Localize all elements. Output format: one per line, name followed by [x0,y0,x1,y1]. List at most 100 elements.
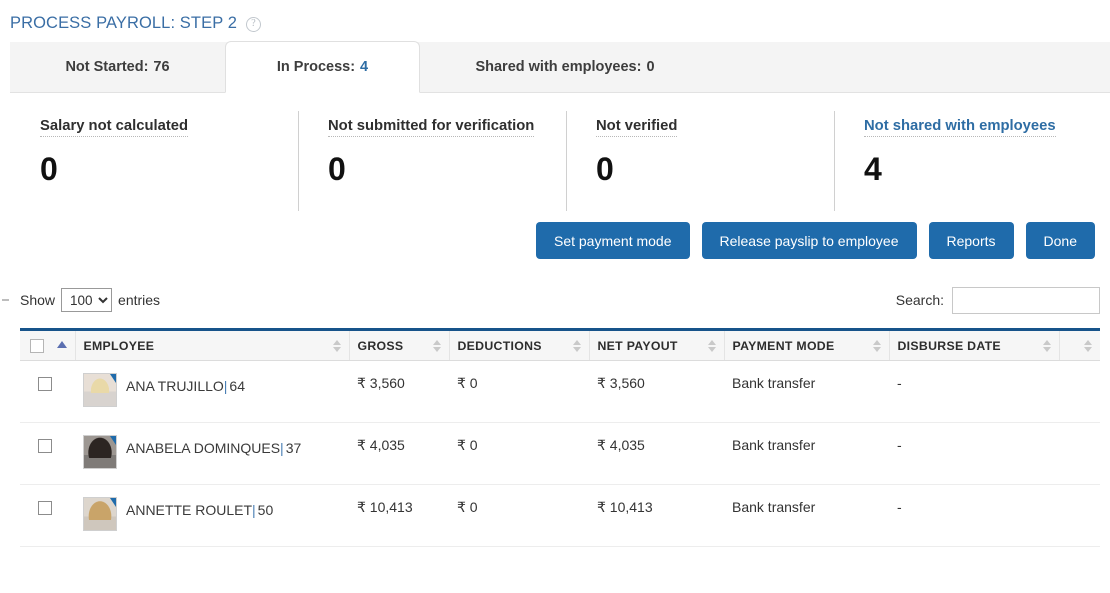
stat-not-shared-label[interactable]: Not shared with employees [864,118,1056,137]
status-badge-icon [110,374,116,383]
header-employee[interactable]: EMPLOYEE [75,329,350,361]
employee-name-label: ANABELA DOMINQUES| 37 [126,437,301,456]
gross-cell: ₹ 10,413 [349,484,449,547]
sort-arrows-icon [572,339,582,353]
stat-not-submitted-label[interactable]: Not submitted for verification [328,118,535,137]
stat-not-verified-value: 0 [596,151,614,187]
tab-in-process-label: In Process: [276,59,356,75]
row-checkbox[interactable] [38,439,52,453]
action-button-bar: Set payment mode Release payslip to empl… [0,222,1095,259]
net-payout-cell: ₹ 4,035 [589,422,724,485]
tab-in-process-count: 4 [360,59,369,75]
search-input[interactable] [952,286,1100,314]
tab-not-started[interactable]: Not Started: 76 [10,41,225,92]
sort-arrows-icon [432,339,442,353]
net-payout-cell: ₹ 10,413 [589,484,724,547]
page-title: PROCESS PAYROLL: STEP 2 [10,13,237,32]
row-select-cell[interactable] [20,484,75,547]
disburse-date-cell: - [889,484,1059,547]
payment-mode-cell: Bank transfer [724,484,889,547]
employee-name: ANNETTE ROULET [126,502,253,518]
table-search: Search: [895,286,1100,314]
set-payment-mode-button[interactable]: Set payment mode [535,222,690,259]
deductions-cell: ₹ 0 [449,484,589,547]
avatar [83,373,117,407]
row-select-cell[interactable] [20,360,75,423]
row-select-cell[interactable] [20,422,75,485]
sort-arrows-icon [1084,339,1093,353]
payment-mode-cell: Bank transfer [724,360,889,423]
done-button[interactable]: Done [1025,222,1095,259]
select-all-header[interactable] [20,329,76,361]
payment-mode-cell: Bank transfer [724,422,889,485]
employee-name-label: ANNETTE ROULET| 50 [126,499,273,518]
employee-payroll-table-container: Show 100 entries Search: EMPLOYEE GROSS … [2,283,1100,547]
stat-not-submitted-for-verification: Not submitted for verification 0 [298,109,566,214]
help-circle-icon[interactable]: ? [245,16,261,32]
stat-salary-not-calculated-value: 0 [40,151,58,187]
header-deductions[interactable]: DEDUCTIONS [449,329,590,361]
row-checkbox[interactable] [38,501,52,515]
show-label: Show [20,292,56,308]
header-net-payout-label: NET PAYOUT [597,338,678,353]
header-payment-mode[interactable]: PAYMENT MODE [724,329,890,361]
select-all-checkbox[interactable] [30,338,44,353]
tab-not-started-label: Not Started: [65,58,149,75]
extra-cell [1059,484,1100,547]
disburse-date-cell: - [889,422,1059,485]
search-label: Search: [895,292,944,308]
tab-not-started-count: 76 [153,58,170,75]
disburse-date-cell: - [889,360,1059,423]
table-row[interactable]: ANABELA DOMINQUES| 37 ₹ 4,035 ₹ 0 ₹ 4,035… [20,422,1100,485]
header-gross-label: GROSS [357,338,404,353]
page-header: PROCESS PAYROLL: STEP 2 ? [0,0,1110,40]
header-disburse-date[interactable]: DISBURSE DATE [889,329,1060,361]
stat-salary-not-calculated: Salary not calculated 0 [10,109,298,214]
reports-button[interactable]: Reports [928,222,1014,259]
deductions-cell: ₹ 0 [449,360,589,423]
page-length-control: Show 100 entries [20,288,160,312]
stat-not-submitted-value: 0 [328,151,346,187]
extra-cell [1059,360,1100,423]
avatar [83,435,117,469]
edge-marker [2,299,9,301]
header-gross[interactable]: GROSS [349,329,450,361]
header-net-payout[interactable]: NET PAYOUT [589,329,725,361]
release-payslip-button[interactable]: Release payslip to employee [701,222,917,259]
net-payout-cell: ₹ 3,560 [589,360,724,423]
stat-not-shared-with-employees: Not shared with employees 4 [834,109,1100,214]
sort-arrows-icon [1042,339,1052,353]
payroll-status-tabs: Not Started: 76 In Process: 4 Shared wit… [10,41,1110,93]
sort-ascending-indicator-icon [56,341,67,349]
tab-in-process[interactable]: In Process: 4 [225,41,420,93]
employee-name-label: ANA TRUJILLO| 64 [126,375,245,394]
employee-id: 64 [229,378,245,394]
stat-not-shared-value: 4 [864,151,882,187]
header-extra[interactable] [1059,329,1100,361]
row-checkbox[interactable] [38,377,52,391]
header-disburse-date-label: DISBURSE DATE [897,338,1001,353]
table-row[interactable]: ANNETTE ROULET| 50 ₹ 10,413 ₹ 0 ₹ 10,413 … [20,484,1100,547]
table-row[interactable]: ANA TRUJILLO| 64 ₹ 3,560 ₹ 0 ₹ 3,560 Bank… [20,360,1100,423]
name-id-separator: | [280,440,284,456]
employee-cell: ANA TRUJILLO| 64 [75,360,349,423]
avatar [83,497,117,531]
table-header-row: EMPLOYEE GROSS DEDUCTIONS NET PAYOUT PAY… [20,329,1100,361]
tab-shared-with-employees[interactable]: Shared with employees: 0 [420,41,710,92]
stat-not-verified-label[interactable]: Not verified [596,118,678,137]
employee-id: 37 [285,440,302,456]
gross-cell: ₹ 3,560 [349,360,449,423]
header-employee-label: EMPLOYEE [83,338,155,353]
stat-salary-not-calculated-label[interactable]: Salary not calculated [40,118,189,137]
employee-name: ANABELA DOMINQUES [126,440,281,456]
employee-payroll-table: EMPLOYEE GROSS DEDUCTIONS NET PAYOUT PAY… [20,328,1100,547]
entries-label: entries [118,292,161,308]
tab-shared-label: Shared with employees: [475,58,642,75]
sort-arrows-icon [707,339,717,353]
employee-name: ANA TRUJILLO [126,378,224,394]
employee-cell: ANABELA DOMINQUES| 37 [75,422,349,485]
payroll-summary-stats: Salary not calculated 0 Not submitted fo… [10,109,1100,214]
page-length-select[interactable]: 100 [61,288,113,312]
header-deductions-label: DEDUCTIONS [457,338,542,353]
tab-shared-count: 0 [646,58,655,75]
